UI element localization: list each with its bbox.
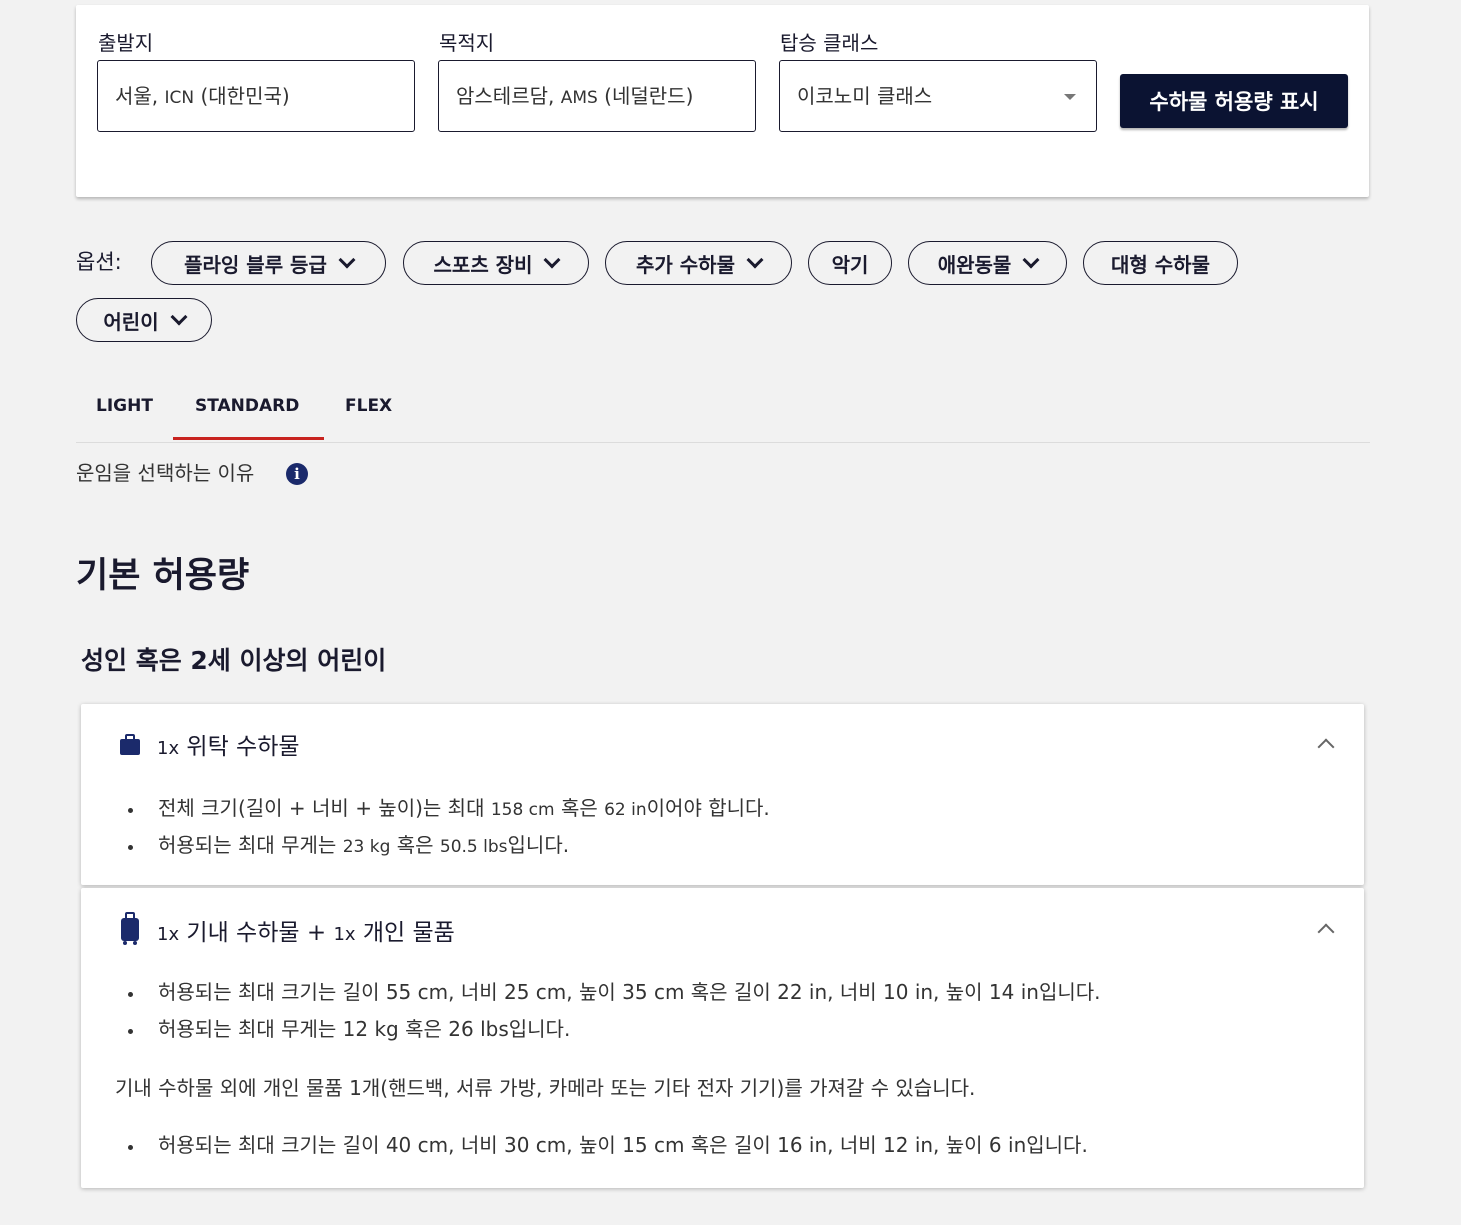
tab-light[interactable]: LIGHT xyxy=(96,396,153,416)
bullet-icon xyxy=(128,1145,133,1150)
chevron-down-icon xyxy=(1022,251,1040,268)
passenger-type-title: 성인 혹은 2세 이상의 어린이 xyxy=(81,646,387,675)
class-label: 탑승 클래스 xyxy=(780,31,879,55)
checked-baggage-card: 1x 위탁 수하물 전체 크기(길이 + 너비 + 높이)는 최대 158 cm… xyxy=(81,704,1364,885)
chip-sports-equipment[interactable]: 스포츠 장비 xyxy=(403,241,589,285)
cabin-baggage-card: 1x 기내 수하물 + 1x 개인 물품 허용되는 최대 크기는 길이 55 c… xyxy=(81,888,1364,1188)
section-title: 기본 허용량 xyxy=(76,556,250,596)
chip-oversized-baggage[interactable]: 대형 수하물 xyxy=(1083,241,1238,285)
baggage-search-form: 출발지 서울, ICN (대한민국) 목적지 암스테르담, AMS (네덜란드)… xyxy=(76,5,1369,197)
class-select[interactable]: 이코노미 클래스 xyxy=(779,60,1097,132)
list-item: 허용되는 최대 무게는 12 kg 혹은 26 lbs입니다. xyxy=(158,1017,571,1041)
origin-label: 출발지 xyxy=(98,31,154,55)
chip-label: 악기 xyxy=(831,252,869,277)
caret-down-icon xyxy=(1064,94,1076,100)
chip-children[interactable]: 어린이 xyxy=(76,298,212,342)
tab-standard[interactable]: STANDARD xyxy=(195,396,299,416)
chip-label: 어린이 xyxy=(103,309,159,334)
bullet-icon xyxy=(128,808,133,813)
chevron-down-icon xyxy=(746,251,764,268)
list-item: 허용되는 최대 크기는 길이 55 cm, 너비 25 cm, 높이 35 cm… xyxy=(158,980,1101,1004)
chevron-down-icon xyxy=(543,251,561,268)
checked-baggage-title[interactable]: 1x 위탁 수하물 xyxy=(157,727,300,761)
why-fare-link[interactable]: 운임을 선택하는 이유 xyxy=(76,457,254,486)
chip-label: 스포츠 장비 xyxy=(433,252,533,277)
active-tab-indicator xyxy=(173,437,324,440)
list-item: 허용되는 최대 무게는 23 kg 혹은 50.5 lbs입니다. xyxy=(158,833,570,857)
list-item: 전체 크기(길이 + 너비 + 높이)는 최대 158 cm 혹은 62 in이… xyxy=(158,796,770,820)
bullet-icon xyxy=(128,1029,133,1034)
destination-label: 목적지 xyxy=(439,31,495,55)
chip-pets[interactable]: 애완동물 xyxy=(908,241,1067,285)
chip-extra-baggage[interactable]: 추가 수하물 xyxy=(605,241,792,285)
personal-item-note: 기내 수하물 외에 개인 물품 1개(핸드백, 서류 가방, 카메라 또는 기타… xyxy=(115,1076,976,1100)
bullet-icon xyxy=(128,845,133,850)
info-icon[interactable]: i xyxy=(286,463,308,485)
trolley-bag-icon xyxy=(121,912,139,945)
chevron-up-icon[interactable] xyxy=(1317,738,1335,756)
chip-label: 추가 수하물 xyxy=(636,252,735,277)
chip-label: 대형 수하물 xyxy=(1111,252,1210,277)
chevron-down-icon xyxy=(170,308,188,325)
chevron-up-icon[interactable] xyxy=(1317,923,1335,941)
chevron-down-icon xyxy=(338,251,356,268)
cabin-baggage-title[interactable]: 1x 기내 수하물 + 1x 개인 물품 xyxy=(157,913,455,947)
bullet-icon xyxy=(128,992,133,997)
chip-label: 애완동물 xyxy=(937,252,1012,277)
destination-value: 암스테르담, AMS (네덜란드) xyxy=(456,84,694,108)
options-label: 옵션: xyxy=(76,250,122,274)
tab-flex[interactable]: FLEX xyxy=(345,396,392,416)
chip-label: 플라잉 블루 등급 xyxy=(184,252,327,277)
chip-flying-blue-level[interactable]: 플라잉 블루 등급 xyxy=(151,241,386,285)
class-value: 이코노미 클래스 xyxy=(797,84,933,108)
show-allowance-button[interactable]: 수하물 허용량 표시 xyxy=(1120,74,1348,128)
list-item: 허용되는 최대 크기는 길이 40 cm, 너비 30 cm, 높이 15 cm… xyxy=(158,1133,1088,1157)
chip-musical-instruments[interactable]: 악기 xyxy=(808,241,892,285)
origin-field[interactable]: 서울, ICN (대한민국) xyxy=(97,60,415,132)
origin-value: 서울, ICN (대한민국) xyxy=(115,84,290,108)
suitcase-icon xyxy=(120,734,140,755)
destination-field[interactable]: 암스테르담, AMS (네덜란드) xyxy=(438,60,756,132)
fare-tabs: LIGHT STANDARD FLEX xyxy=(76,380,1370,443)
